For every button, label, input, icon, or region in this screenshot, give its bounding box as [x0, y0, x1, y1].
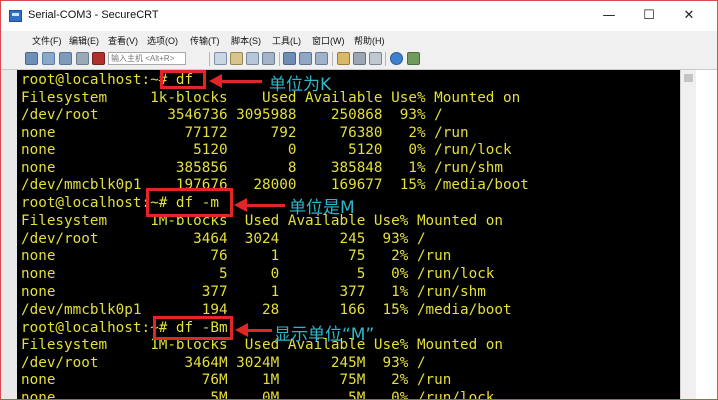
terminal-line: Filesystem 1M-blocks Used Available Use%…	[21, 213, 504, 229]
menu-script[interactable]: 脚本(S)	[231, 34, 261, 47]
maximize-button[interactable]: ☐	[633, 7, 665, 25]
disconnect-icon[interactable]	[92, 52, 105, 65]
settings-icon[interactable]	[337, 52, 350, 65]
paste-icon[interactable]	[230, 52, 243, 65]
terminal-line: none 5120 0 5120 0% /run/lock	[21, 142, 512, 158]
terminal-line: /dev/mmcblk0p1 194 28 166 15% /media/boo…	[21, 301, 512, 318]
options-icon[interactable]	[353, 52, 366, 65]
terminal-line: /dev/mmcblk0p1 197676 28000 169677 15% /…	[21, 177, 529, 193]
vertical-scrollbar[interactable]	[680, 70, 696, 399]
copy-paste-icon[interactable]	[246, 52, 259, 65]
menu-transfer[interactable]: 传输(T)	[190, 34, 220, 47]
scroll-thumb[interactable]	[684, 74, 693, 82]
securecrt-window: Serial-COM3 - SecureCRT — ☐ ✕ 文件(F) 编辑(E…	[0, 0, 718, 400]
close-button[interactable]: ✕	[673, 7, 705, 25]
terminal-line: none 5M 0M 5M 0% /run/lock	[21, 389, 495, 400]
highlight-box-df-m	[146, 188, 233, 217]
terminal-line: /dev/root 3464 3024 245 93% /	[21, 230, 426, 247]
toolbar: 输入主机 <Alt+R>	[1, 49, 717, 70]
host-input[interactable]: 输入主机 <Alt+R>	[108, 52, 186, 65]
toolbar-separator	[209, 52, 210, 66]
reconnect-icon[interactable]	[76, 52, 89, 65]
highlight-box-df	[160, 70, 206, 89]
terminal-line: none 377 1 377 1% /run/shm	[21, 284, 486, 300]
connect-icon[interactable]	[25, 52, 38, 65]
title-bar: Serial-COM3 - SecureCRT — ☐ ✕	[1, 1, 717, 31]
toolbar-separator	[385, 52, 386, 66]
annotation-display-unit-m: 显示单位“M”	[274, 325, 375, 345]
quick-connect-icon[interactable]	[42, 52, 55, 65]
toolbar-separator	[332, 52, 333, 66]
terminal-line: none 76 1 75 2% /run	[21, 248, 452, 264]
terminal-line: none 77172 792 76380 2% /run	[21, 124, 469, 141]
connect-tab-icon[interactable]	[59, 52, 72, 65]
keymap-icon[interactable]	[369, 52, 382, 65]
toolbar-separator	[279, 52, 280, 66]
menu-options[interactable]: 选项(O)	[147, 34, 178, 47]
terminal-line: none 5 0 5 0% /run/lock	[21, 266, 495, 282]
print-icon[interactable]	[283, 52, 296, 65]
terminal-output[interactable]: root@localhost:~# df Filesystem 1k-block…	[17, 70, 680, 400]
menu-file[interactable]: 文件(F)	[32, 34, 62, 47]
arrow-df	[209, 74, 262, 88]
terminal-line: none 385856 8 385848 1% /run/shm	[21, 159, 504, 176]
app-icon	[9, 10, 22, 22]
left-gutter	[1, 70, 17, 399]
minimize-button[interactable]: —	[593, 7, 625, 25]
terminal-line: Filesystem 1M-blocks Used Available Use%…	[21, 337, 504, 353]
help-icon[interactable]	[390, 52, 403, 65]
terminal-line: /dev/root 3546736 3095988 250868 93% /	[21, 107, 443, 123]
copy-icon[interactable]	[214, 52, 227, 65]
right-margin	[696, 70, 717, 399]
menu-window[interactable]: 窗口(W)	[312, 34, 345, 47]
terminal-line: /dev/root 3464M 3024M 245M 93% /	[21, 354, 426, 371]
menu-help[interactable]: 帮助(H)	[354, 34, 385, 47]
menu-bar: 文件(F) 编辑(E) 查看(V) 选项(O) 传输(T) 脚本(S) 工具(L…	[1, 31, 717, 49]
arrow-df-bm	[235, 323, 272, 337]
menu-tools[interactable]: 工具(L)	[272, 34, 301, 47]
menu-edit[interactable]: 编辑(E)	[69, 34, 99, 47]
annotation-unit-k: 单位为K	[269, 75, 332, 95]
menu-view[interactable]: 查看(V)	[108, 34, 138, 47]
arrow-df-m	[234, 198, 285, 212]
highlight-box-df-bm	[153, 316, 233, 340]
window-title: Serial-COM3 - SecureCRT	[28, 9, 159, 21]
annotation-unit-m: 单位是M	[289, 198, 355, 218]
terminal-line: none 76M 1M 75M 2% /run	[21, 372, 452, 388]
print-setup-icon[interactable]	[299, 52, 312, 65]
find-icon[interactable]	[262, 52, 275, 65]
script-icon[interactable]	[407, 52, 420, 65]
log-icon[interactable]	[315, 52, 328, 65]
